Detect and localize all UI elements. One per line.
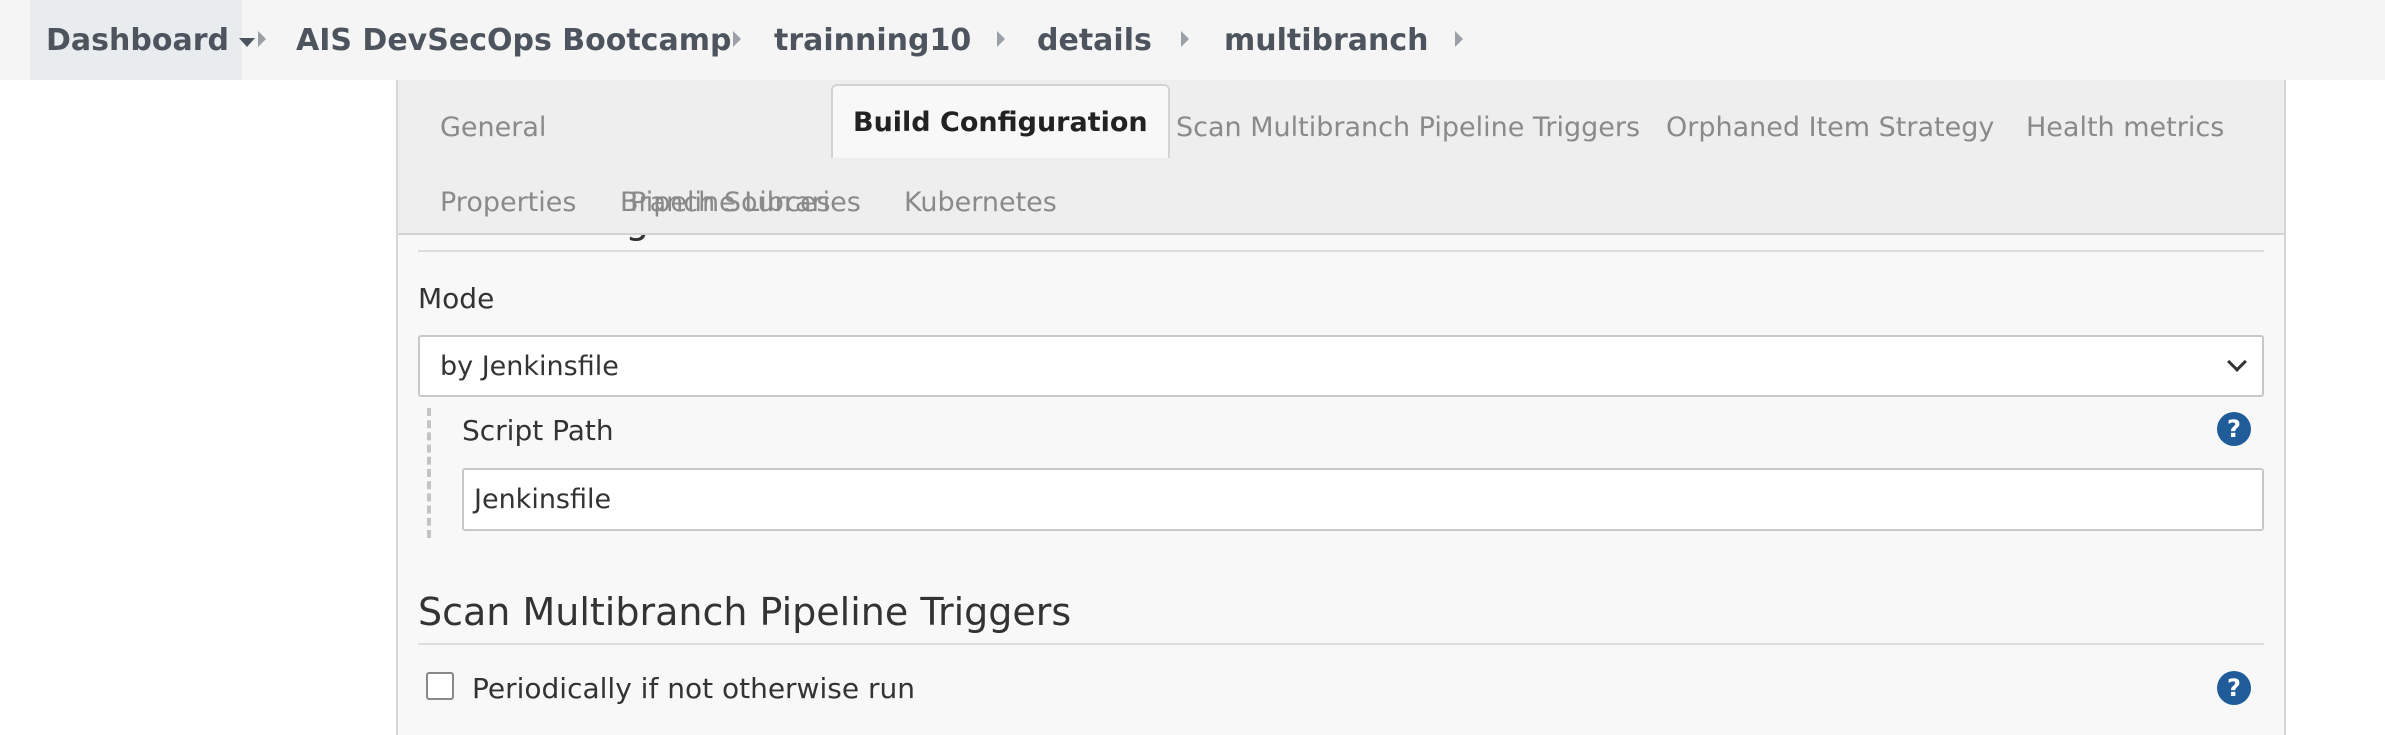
- breadcrumb-label[interactable]: details: [1037, 23, 1152, 58]
- chevron-down-icon[interactable]: [2227, 352, 2247, 372]
- chevron-right-icon: [1181, 31, 1189, 47]
- chevron-down-icon[interactable]: [238, 37, 255, 47]
- breadcrumb-item-bootcamp[interactable]: AIS DevSecOps Bootcamp: [296, 0, 731, 80]
- chevron-right-icon: [997, 31, 1005, 47]
- tab-orphaned-item-strategy[interactable]: Orphaned Item Strategy: [1646, 92, 2014, 162]
- chevron-right-icon[interactable]: [1455, 31, 1463, 47]
- breadcrumb: Dashboard AIS DevSecOps Bootcamp trainni…: [0, 0, 2385, 80]
- script-path-label: Script Path: [462, 414, 614, 447]
- tab-health-metrics[interactable]: Health metrics: [2006, 92, 2244, 162]
- tab-properties[interactable]: Properties: [420, 167, 596, 237]
- mode-select-value[interactable]: by Jenkinsfile: [440, 351, 619, 382]
- config-panel: Build Configuration General Branch Sourc…: [396, 80, 2286, 735]
- mode-select[interactable]: by Jenkinsfile: [418, 335, 2264, 397]
- periodic-checkbox[interactable]: [426, 672, 454, 700]
- periodic-label[interactable]: Periodically if not otherwise run: [472, 672, 915, 705]
- config-tabbar: General Branch Sources Build Configurati…: [398, 80, 2284, 235]
- breadcrumb-item-dashboard[interactable]: Dashboard: [30, 0, 255, 80]
- help-icon[interactable]: ?: [2217, 671, 2251, 705]
- chevron-right-icon: [258, 31, 266, 47]
- help-glyph[interactable]: ?: [2227, 674, 2241, 702]
- tab-scan-multibranch-pipeline-triggers[interactable]: Scan Multibranch Pipeline Triggers: [1156, 92, 1660, 162]
- breadcrumb-label[interactable]: Dashboard: [46, 23, 229, 58]
- mode-label: Mode: [418, 282, 495, 315]
- breadcrumb-label[interactable]: multibranch: [1224, 23, 1429, 58]
- breadcrumb-label[interactable]: trainning10: [774, 23, 971, 58]
- script-path-input[interactable]: Jenkinsfile: [462, 468, 2264, 531]
- tab-pipeline-libraries[interactable]: Pipeline Libraries: [610, 167, 881, 237]
- script-path-value[interactable]: Jenkinsfile: [474, 484, 611, 515]
- section-divider: [418, 643, 2264, 645]
- tab-build-configuration[interactable]: Build Configuration: [831, 84, 1170, 158]
- breadcrumb-item-trainning10[interactable]: trainning10: [774, 0, 971, 80]
- section-divider: [418, 250, 2264, 252]
- breadcrumb-item-multibranch[interactable]: multibranch: [1224, 0, 1429, 80]
- help-glyph[interactable]: ?: [2227, 415, 2241, 443]
- tab-general[interactable]: General: [420, 92, 566, 162]
- chevron-right-icon: [733, 31, 741, 47]
- help-icon[interactable]: ?: [2217, 412, 2251, 446]
- tab-kubernetes[interactable]: Kubernetes: [884, 167, 1077, 237]
- breadcrumb-item-details[interactable]: details: [1037, 0, 1152, 80]
- scan-triggers-heading: Scan Multibranch Pipeline Triggers: [418, 590, 1072, 634]
- nested-section-indicator: [427, 408, 431, 538]
- breadcrumb-label[interactable]: AIS DevSecOps Bootcamp: [296, 23, 731, 58]
